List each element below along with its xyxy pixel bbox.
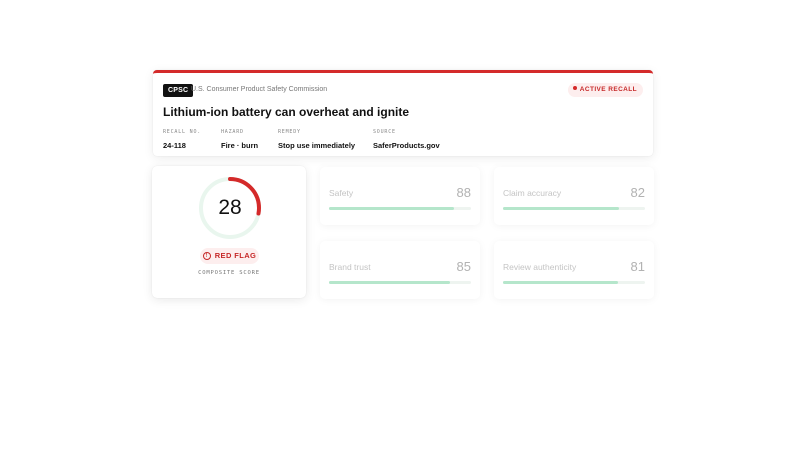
metric-value: 88 xyxy=(456,185,471,200)
metric-bar xyxy=(329,207,454,210)
metric-card-review-authenticity: Review authenticity 81 xyxy=(494,241,654,299)
meta-label: SOURCE xyxy=(373,129,396,135)
meta-hazard: HAZARD Fire · burn xyxy=(221,129,258,150)
metric-track xyxy=(329,281,471,284)
metric-card-claim-accuracy: Claim accuracy 82 xyxy=(494,167,654,225)
metric-track xyxy=(503,281,645,284)
metric-value: 82 xyxy=(630,185,645,200)
meta-recall-no: RECALL NO. 24-118 xyxy=(163,129,201,150)
metric-bar xyxy=(329,281,450,284)
meta-remedy: REMEDY Stop use immediately xyxy=(278,129,355,150)
metric-label: Safety xyxy=(329,188,354,198)
metric-label: Claim accuracy xyxy=(503,188,562,198)
status-dot-icon xyxy=(572,86,577,91)
meta-value: 24-118 xyxy=(163,141,186,150)
active-recall-badge: ACTIVE RECALL xyxy=(567,83,643,97)
composite-score-label: COMPOSITE SCORE xyxy=(198,270,260,276)
recall-card: CPSC U.S. Consumer Product Safety Commis… xyxy=(153,70,653,156)
recall-title: Lithium-ion battery can overheat and ign… xyxy=(163,105,410,119)
metric-label: Brand trust xyxy=(329,262,371,272)
meta-label: RECALL NO. xyxy=(163,129,202,135)
metric-track xyxy=(329,207,471,210)
metric-value: 85 xyxy=(456,259,471,274)
metric-card-safety: Safety 88 xyxy=(320,167,480,225)
meta-label: HAZARD xyxy=(221,129,244,135)
red-flag-badge: ! RED FLAG xyxy=(200,248,259,264)
flag-label: RED FLAG xyxy=(214,251,257,260)
metric-bar xyxy=(503,281,619,284)
warning-icon: ! xyxy=(202,252,211,260)
metric-track xyxy=(503,207,645,210)
meta-value: SaferProducts.gov xyxy=(373,141,440,150)
meta-source: SOURCE SaferProducts.gov xyxy=(373,129,440,150)
score-value: 28 xyxy=(218,196,242,219)
meta-value: Stop use immediately xyxy=(278,141,356,150)
meta-label: REMEDY xyxy=(278,129,301,135)
metric-card-brand-trust: Brand trust 85 xyxy=(320,241,480,299)
composite-score-card: 28 ! RED FLAG COMPOSITE SCORE xyxy=(152,166,306,298)
active-recall-label: ACTIVE RECALL xyxy=(579,86,637,93)
metric-bar xyxy=(503,207,620,210)
metric-label: Review authenticity xyxy=(503,262,577,272)
meta-value: Fire · burn xyxy=(221,141,259,150)
agency-badge: CPSC xyxy=(163,84,194,97)
metric-value: 81 xyxy=(630,259,645,274)
agency-name: U.S. Consumer Product Safety Commission xyxy=(191,86,328,93)
